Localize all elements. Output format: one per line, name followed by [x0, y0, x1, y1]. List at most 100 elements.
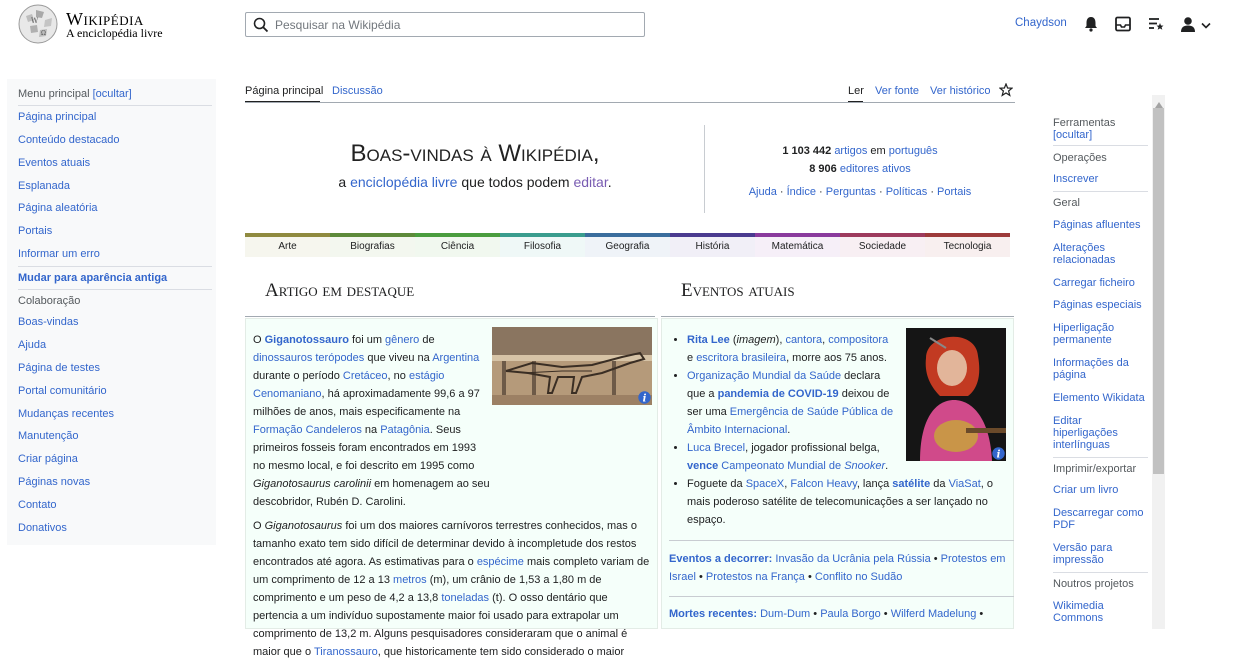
sidebar-item-contact[interactable]: Contato	[18, 499, 57, 511]
article-link[interactable]: espécime	[477, 556, 524, 568]
tab-main-page[interactable]: Página principal	[245, 85, 323, 97]
what-links-here-link[interactable]: Páginas afluentes	[1053, 219, 1148, 231]
article-link[interactable]: Falcon Heavy	[790, 478, 856, 490]
wikipedia-globe-icon[interactable]: W Ω	[18, 4, 58, 44]
tab-history[interactable]: Ver histórico	[930, 85, 991, 97]
help-link[interactable]: Ajuda	[749, 186, 777, 198]
article-link[interactable]: gênero	[385, 334, 419, 346]
article-link[interactable]: Cretáceo	[343, 370, 388, 382]
index-link[interactable]: Índice	[787, 186, 816, 198]
articles-link[interactable]: artigos	[834, 145, 867, 157]
bold-article-link[interactable]: satélite	[892, 478, 930, 490]
edit-interlanguage-links[interactable]: Editar hiperligações interlínguas	[1053, 415, 1148, 451]
article-link[interactable]: toneladas	[441, 592, 489, 604]
sidebar-item-maintenance[interactable]: Manutenção	[18, 430, 79, 442]
upload-file-link[interactable]: Carregar ficheiro	[1053, 277, 1148, 289]
recent-death-link[interactable]: Dum-Dum	[760, 608, 810, 620]
article-link[interactable]: dinossauros terópodes	[253, 352, 364, 364]
questions-link[interactable]: Perguntas	[826, 186, 876, 198]
user-name-link[interactable]: Chaydson	[1015, 17, 1067, 29]
category-arte[interactable]: Arte	[245, 233, 330, 257]
recent-death-link[interactable]: Paula Borgo	[820, 608, 881, 620]
article-link[interactable]: Snooker	[844, 460, 885, 472]
sidebar-item-village-pump[interactable]: Esplanada	[18, 180, 70, 192]
category-ciencia[interactable]: Ciência	[415, 233, 500, 257]
old-appearance-link[interactable]: Mudar para aparência antiga	[18, 272, 167, 284]
sidebar-item-donate[interactable]: Donativos	[18, 522, 67, 534]
special-pages-link[interactable]: Páginas especiais	[1053, 299, 1148, 311]
bell-icon[interactable]	[1082, 15, 1100, 33]
bold-article-link[interactable]: Giganotossauro	[265, 334, 349, 346]
permanent-link[interactable]: Hiperligação permanente	[1053, 322, 1148, 346]
printable-version-link[interactable]: Versão para impressão	[1053, 542, 1148, 566]
scroll-up-arrow[interactable]	[1155, 97, 1163, 111]
recent-deaths-label[interactable]: Mortes recentes:	[669, 608, 757, 620]
tab-read[interactable]: Ler	[848, 85, 864, 97]
bold-article-link[interactable]: vence	[687, 460, 718, 472]
sidebar-item-featured-content[interactable]: Conteúdo destacado	[18, 134, 120, 146]
sidebar-item-community-portal[interactable]: Portal comunitário	[18, 385, 107, 397]
article-link[interactable]: Organização Mundial da Saúde	[687, 370, 841, 382]
article-link[interactable]: Campeonato Mundial de	[721, 460, 844, 472]
bold-article-link[interactable]: Rita Lee	[687, 334, 730, 346]
download-pdf-link[interactable]: Descarregar como PDF	[1053, 507, 1148, 531]
sidebar-item-help[interactable]: Ajuda	[18, 339, 46, 351]
article-link[interactable]: Patagônia	[380, 424, 430, 436]
sidebar-item-portals[interactable]: Portais	[18, 225, 52, 237]
sidebar-item-welcome[interactable]: Boas-vindas	[18, 316, 79, 328]
star-icon[interactable]	[998, 82, 1014, 100]
article-link[interactable]: Luca Brecel	[687, 442, 745, 454]
category-historia[interactable]: História	[670, 233, 755, 257]
sidebar-item-main-page[interactable]: Página principal	[18, 111, 96, 123]
sidebar-item-random-page[interactable]: Página aleatória	[18, 202, 98, 214]
article-link[interactable]: Tiranossauro	[314, 646, 378, 658]
hide-main-menu-link[interactable]: [ocultar]	[93, 88, 132, 100]
watchlist-icon[interactable]	[1147, 15, 1165, 33]
tab-discussion[interactable]: Discussão	[332, 85, 383, 97]
article-link[interactable]: escritora brasileira	[696, 352, 786, 364]
edit-link[interactable]: editar	[573, 174, 607, 190]
article-link[interactable]: SpaceX	[746, 478, 785, 490]
user-icon[interactable]	[1179, 15, 1197, 33]
ongoing-events-label[interactable]: Eventos a decorrer:	[669, 553, 772, 565]
wikidata-item-link[interactable]: Elemento Wikidata	[1053, 392, 1148, 404]
ongoing-event-link[interactable]: Conflito no Sudão	[815, 571, 902, 583]
article-link[interactable]: cantora	[785, 334, 822, 346]
sidebar-item-recent-changes[interactable]: Mudanças recentes	[18, 408, 114, 420]
search-input[interactable]: Pesquisar na Wikipédia	[245, 12, 645, 37]
bold-article-link[interactable]: pandemia de COVID-19	[718, 388, 839, 400]
sidebar-item-current-events[interactable]: Eventos atuais	[18, 157, 90, 169]
tab-view-source[interactable]: Ver fonte	[875, 85, 919, 97]
page-info-link[interactable]: Informações da página	[1053, 357, 1148, 381]
free-encyclopedia-link[interactable]: enciclopédia livre	[350, 174, 457, 190]
category-filosofia[interactable]: Filosofia	[500, 233, 585, 257]
create-book-link[interactable]: Criar um livro	[1053, 484, 1148, 496]
portuguese-link[interactable]: português	[889, 145, 938, 157]
article-link[interactable]: metros	[393, 574, 427, 586]
recent-death-link[interactable]: Wilferd Madelung	[891, 608, 977, 620]
watch-link[interactable]: Inscrever	[1053, 173, 1148, 185]
portals-link[interactable]: Portais	[937, 186, 971, 198]
sidebar-item-new-pages[interactable]: Páginas novas	[18, 476, 90, 488]
chevron-down-icon[interactable]	[1201, 19, 1211, 33]
inbox-icon[interactable]	[1114, 15, 1132, 33]
article-link[interactable]: ViaSat	[949, 478, 981, 490]
article-link[interactable]: Argentina	[432, 352, 479, 364]
ongoing-event-link[interactable]: Protestos na França	[706, 571, 805, 583]
category-sociedade[interactable]: Sociedade	[840, 233, 925, 257]
related-changes-link[interactable]: Alterações relacionadas	[1053, 242, 1148, 266]
category-tecnologia[interactable]: Tecnologia	[925, 233, 1010, 257]
hide-tools-link[interactable]: [ocultar]	[1053, 129, 1092, 141]
article-link[interactable]: compositora	[828, 334, 888, 346]
category-matematica[interactable]: Matemática	[755, 233, 840, 257]
policies-link[interactable]: Políticas	[886, 186, 928, 198]
category-biografias[interactable]: Biografias	[330, 233, 415, 257]
article-link[interactable]: Formação Candeleros	[253, 424, 362, 436]
ongoing-event-link[interactable]: Invasão da Ucrânia pela Rússia	[775, 553, 930, 565]
wikimedia-commons-link[interactable]: Wikimedia Commons	[1053, 600, 1148, 624]
category-geografia[interactable]: Geografia	[585, 233, 670, 257]
sidebar-scrollbar-thumb[interactable]	[1153, 108, 1164, 474]
sidebar-item-create-page[interactable]: Criar página	[18, 453, 78, 465]
sidebar-item-report-error[interactable]: Informar um erro	[18, 248, 100, 260]
sidebar-item-sandbox[interactable]: Página de testes	[18, 362, 100, 374]
